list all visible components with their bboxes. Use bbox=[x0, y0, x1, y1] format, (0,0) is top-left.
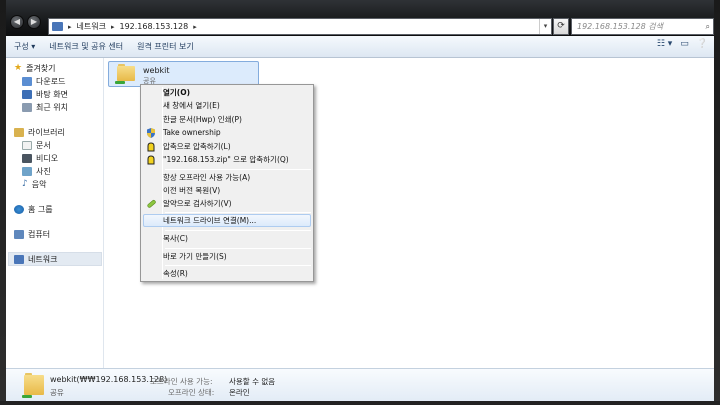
menu-item-take-ownership[interactable]: Take ownership bbox=[163, 127, 221, 139]
nav-pictures[interactable]: 사진 bbox=[22, 165, 51, 177]
network-sharing-center-button[interactable]: 네트워크 및 공유 센터 bbox=[49, 41, 123, 52]
downloads-icon bbox=[22, 76, 32, 86]
shared-folder-icon bbox=[115, 64, 135, 84]
view-options-icon[interactable]: ☷ ▾ bbox=[657, 39, 672, 49]
breadcrumb-separator-icon: ▸ bbox=[110, 22, 115, 31]
preview-pane-icon[interactable]: ▭ bbox=[680, 39, 689, 49]
search-placeholder: 192.168.153.128 검색 bbox=[577, 22, 663, 31]
breadcrumb-separator-icon: ▸ bbox=[193, 22, 197, 31]
star-icon: ★ bbox=[14, 63, 23, 73]
command-bar: 구성 ▾ 네트워크 및 공유 센터 원격 프린터 보기 ☷ ▾ ▭ ❔ bbox=[6, 36, 714, 58]
bandizip-zip-icon bbox=[146, 155, 156, 165]
menu-item-open[interactable]: 열기(O) bbox=[163, 87, 190, 99]
menu-item-properties[interactable]: 속성(R) bbox=[163, 268, 188, 280]
nav-documents[interactable]: 문서 bbox=[22, 139, 51, 151]
refresh-button[interactable]: ⟳ bbox=[553, 18, 569, 35]
desktop-icon bbox=[22, 89, 32, 99]
address-dropdown-icon[interactable]: ▾ bbox=[539, 19, 551, 34]
nav-recent-label: 최근 위치 bbox=[36, 102, 68, 112]
breadcrumb-separator-icon: ▸ bbox=[68, 22, 72, 31]
documents-icon bbox=[22, 140, 32, 150]
nav-recent[interactable]: 최근 위치 bbox=[22, 101, 68, 113]
nav-network-label: 네트워크 bbox=[28, 254, 58, 264]
menu-item-offline[interactable]: 항상 오프라인 사용 가능(A) bbox=[163, 172, 250, 184]
navigation-pane: ★ 즐겨찾기 다운로드 바탕 화면 최근 위치 라이브러리 문서 비디오 사진 … bbox=[6, 58, 104, 368]
menu-item-scan[interactable]: 알약으로 검사하기(V) bbox=[163, 198, 232, 210]
menu-item-restore-previous[interactable]: 이전 버전 복원(V) bbox=[163, 185, 220, 197]
network-icon bbox=[14, 254, 24, 264]
network-icon bbox=[52, 22, 63, 31]
nav-music-label: 음악 bbox=[31, 179, 47, 189]
breadcrumb-host[interactable]: 192.168.153.128 bbox=[119, 22, 188, 31]
music-icon: ♪ bbox=[22, 179, 28, 189]
menu-separator bbox=[165, 230, 311, 231]
nav-favorites[interactable]: ★ 즐겨찾기 bbox=[14, 62, 56, 74]
nav-downloads[interactable]: 다운로드 bbox=[22, 75, 65, 87]
nav-downloads-label: 다운로드 bbox=[36, 76, 66, 86]
view-remote-printers-button[interactable]: 원격 프린터 보기 bbox=[137, 41, 194, 52]
menu-item-map-network-drive[interactable]: 네트워크 드라이브 연결(M)... bbox=[163, 215, 256, 227]
bandizip-icon bbox=[146, 142, 156, 152]
search-input[interactable]: 192.168.153.128 검색 ⌕ bbox=[571, 18, 714, 35]
search-icon[interactable]: ⌕ bbox=[706, 19, 710, 34]
nav-music[interactable]: ♪ 음악 bbox=[22, 178, 46, 190]
breadcrumb-network[interactable]: 네트워크 bbox=[77, 21, 106, 32]
forward-button[interactable]: ▶ bbox=[27, 15, 41, 29]
pictures-icon bbox=[22, 166, 32, 176]
alyac-pill-icon bbox=[146, 199, 156, 209]
nav-videos-label: 비디오 bbox=[36, 153, 59, 163]
nav-homegroup-label: 홈 그룹 bbox=[28, 204, 53, 214]
menu-item-create-shortcut[interactable]: 바로 가기 만들기(S) bbox=[163, 251, 227, 263]
nav-homegroup[interactable]: 홈 그룹 bbox=[14, 203, 53, 215]
menu-separator bbox=[165, 265, 311, 266]
nav-documents-label: 문서 bbox=[36, 140, 51, 150]
shield-icon bbox=[146, 128, 156, 138]
context-menu: 열기(O) 새 창에서 열기(E) 한글 문서(Hwp) 인쇄(P) Take … bbox=[140, 84, 314, 282]
nav-computer[interactable]: 컴퓨터 bbox=[14, 228, 50, 240]
address-bar[interactable]: ▸ 네트워크 ▸ 192.168.153.128 ▸ ▾ bbox=[48, 18, 552, 35]
recent-places-icon bbox=[22, 102, 32, 112]
details-pane bbox=[6, 368, 714, 401]
menu-item-compress-zip[interactable]: "192.168.153.zip" 으로 압축하기(Q) bbox=[163, 154, 289, 166]
menu-separator bbox=[165, 248, 311, 249]
details-folder-icon bbox=[22, 373, 44, 398]
menu-item-hwp-print[interactable]: 한글 문서(Hwp) 인쇄(P) bbox=[163, 114, 242, 126]
details-offline-label: 오프라인 사용 가능: bbox=[150, 377, 213, 386]
nav-desktop-label: 바탕 화면 bbox=[36, 89, 68, 99]
nav-libraries-label: 라이브러리 bbox=[28, 127, 65, 137]
menu-item-open-new-window[interactable]: 새 창에서 열기(E) bbox=[163, 100, 220, 112]
window-frame-right bbox=[714, 0, 720, 405]
homegroup-icon bbox=[14, 204, 24, 214]
nav-computer-label: 컴퓨터 bbox=[28, 229, 51, 239]
back-button[interactable]: ◀ bbox=[10, 15, 24, 29]
menu-separator bbox=[165, 169, 311, 170]
menu-item-copy[interactable]: 복사(C) bbox=[163, 233, 188, 245]
nav-network[interactable]: 네트워크 bbox=[14, 253, 57, 265]
details-item-type: 공유 bbox=[50, 388, 64, 397]
libraries-icon bbox=[14, 127, 24, 137]
videos-icon bbox=[22, 153, 32, 163]
nav-videos[interactable]: 비디오 bbox=[22, 152, 58, 164]
details-status-value: 온라인 bbox=[229, 388, 250, 397]
nav-libraries[interactable]: 라이브러리 bbox=[14, 126, 65, 138]
window-frame-bottom bbox=[0, 401, 720, 405]
details-offline-value: 사용할 수 없음 bbox=[229, 377, 276, 386]
share-item-name: webkit bbox=[143, 66, 170, 75]
nav-desktop[interactable]: 바탕 화면 bbox=[22, 88, 68, 100]
organize-button[interactable]: 구성 ▾ bbox=[14, 41, 35, 52]
nav-pictures-label: 사진 bbox=[36, 166, 51, 176]
computer-icon bbox=[14, 229, 24, 239]
nav-favorites-label: 즐겨찾기 bbox=[26, 63, 56, 73]
menu-separator bbox=[165, 212, 311, 213]
details-status-label: 오프라인 상태: bbox=[168, 388, 215, 397]
menu-item-compress[interactable]: 압축으로 압축하기(L) bbox=[163, 141, 231, 153]
help-icon[interactable]: ❔ bbox=[697, 39, 708, 49]
